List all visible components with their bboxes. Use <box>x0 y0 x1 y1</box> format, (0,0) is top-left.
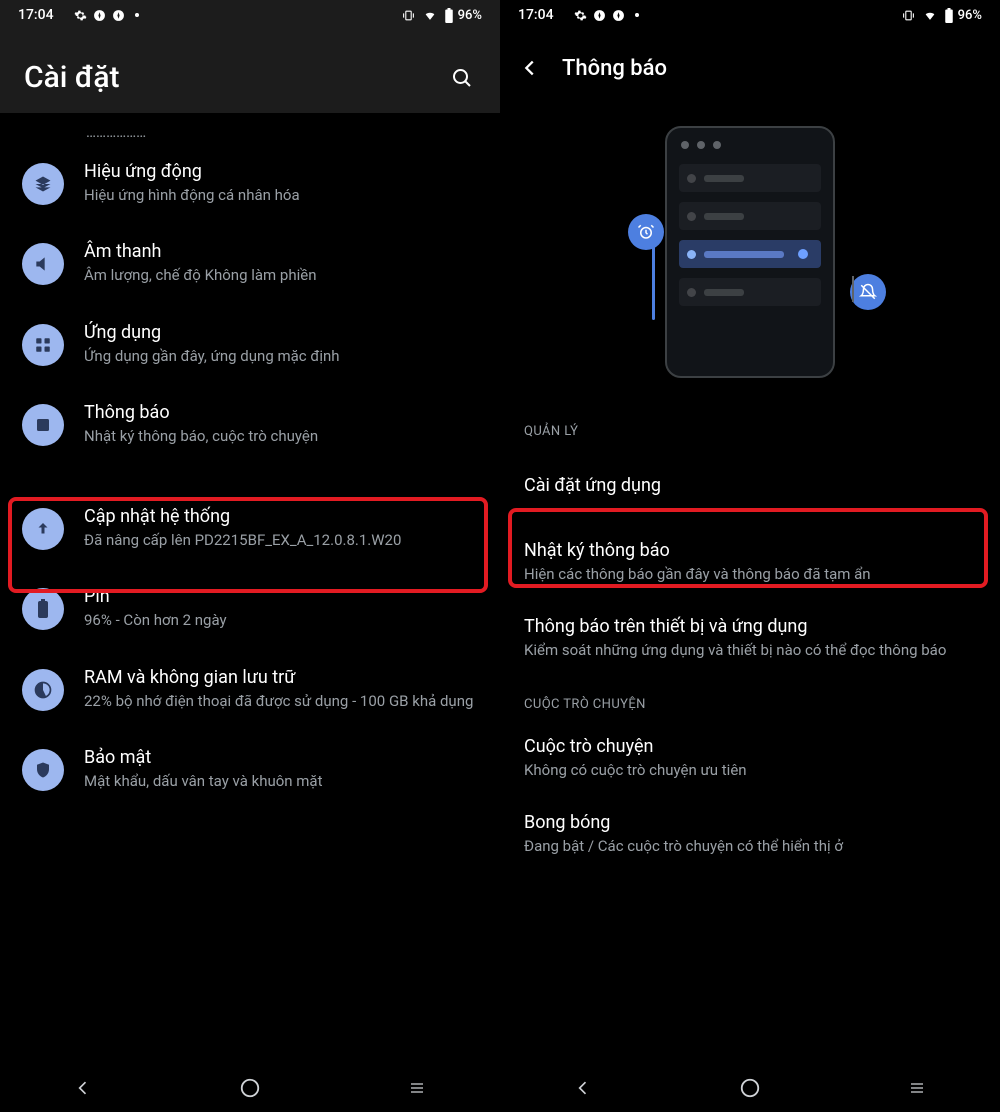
item-subtitle: Kiểm soát những ứng dụng và thiết bị nào… <box>524 640 976 660</box>
nav-back-button[interactable] <box>70 1075 96 1101</box>
item-title: Cập nhật hệ thống <box>84 506 478 527</box>
notification-dot-icon <box>635 13 639 17</box>
section-label: QUẢN LÝ <box>500 414 1000 447</box>
item-title: Âm thanh <box>84 241 478 262</box>
item-title: Cuộc trò chuyện <box>524 736 976 757</box>
settings-item-notifications[interactable]: Thông báo Nhật ký thông báo, cuộc trò chu… <box>0 384 500 464</box>
nav-bar <box>0 1064 500 1112</box>
status-battery-percent: 96% <box>958 8 982 23</box>
nav-bar <box>500 1064 1000 1112</box>
item-subtitle: Hiệu ứng hình động cá nhân hóa <box>84 185 478 205</box>
volume-icon <box>22 243 64 285</box>
upload-icon <box>22 508 64 550</box>
vibrate-icon <box>401 9 416 22</box>
compass-icon <box>112 9 125 22</box>
compass-icon <box>593 9 606 22</box>
battery-icon <box>22 588 64 630</box>
status-clock: 17:04 <box>18 7 54 23</box>
notification-dot-icon <box>135 13 139 17</box>
notif-item-app-settings[interactable]: Cài đặt ứng dụng <box>500 447 1000 524</box>
nav-recents-button[interactable] <box>904 1075 930 1101</box>
back-button[interactable] <box>516 54 544 82</box>
notifications-icon <box>22 404 64 446</box>
notifications-screen[interactable]: 17:04 96% Thông báo <box>500 0 1000 1112</box>
settings-item-motion[interactable]: Hiệu ứng động Hiệu ứng hình động cá nhân … <box>0 143 500 223</box>
page-title: Thông báo <box>562 56 667 81</box>
settings-list[interactable]: Hiệu ứng động Hiệu ứng hình động cá nhân … <box>0 141 500 809</box>
compass-icon <box>612 9 625 22</box>
status-bar: 17:04 96% <box>0 0 500 30</box>
item-title: Cài đặt ứng dụng <box>524 475 976 496</box>
compass-icon <box>93 9 106 22</box>
wifi-icon <box>422 9 438 22</box>
item-subtitle: Nhật ký thông báo, cuộc trò chuyện <box>84 426 478 446</box>
page-title: Cài đặt <box>24 60 448 95</box>
search-button[interactable] <box>448 64 476 92</box>
item-title: RAM và không gian lưu trữ <box>84 667 478 688</box>
edge-indicator <box>652 230 655 320</box>
status-clock: 17:04 <box>518 7 554 23</box>
alarm-icon <box>628 214 664 250</box>
bell-off-icon <box>850 274 886 310</box>
settings-item-storage[interactable]: RAM và không gian lưu trữ 22% bộ nhớ điện… <box>0 649 500 729</box>
settings-item-apps[interactable]: Ứng dụng Ứng dụng gần đây, ứng dụng mặc đ… <box>0 304 500 384</box>
truncated-item: ……………… <box>0 113 500 141</box>
item-subtitle: 22% bộ nhớ điện thoại đã được sử dụng - … <box>84 691 478 711</box>
notif-item-bubbles[interactable]: Bong bóng Đang bật / Các cuộc trò chuyện… <box>500 796 1000 872</box>
vibrate-icon <box>901 9 916 22</box>
settings-item-sound[interactable]: Âm thanh Âm lượng, chế độ Không làm phiền <box>0 223 500 303</box>
notif-item-conversations[interactable]: Cuộc trò chuyện Không có cuộc trò chuyện… <box>500 720 1000 796</box>
item-title: Bong bóng <box>524 812 976 833</box>
nav-home-button[interactable] <box>737 1075 763 1101</box>
status-battery-percent: 96% <box>458 8 482 23</box>
settings-item-security[interactable]: Bảo mật Mật khẩu, dấu vân tay và khuôn mặ… <box>0 729 500 809</box>
item-title: Thông báo <box>84 402 478 423</box>
gear-icon <box>74 9 87 22</box>
nav-home-button[interactable] <box>237 1075 263 1101</box>
settings-screen[interactable]: 17:04 96% Cài đặt ……………… <box>0 0 500 1112</box>
section-label: CUỘC TRÒ CHUYỆN <box>500 677 1000 720</box>
item-title: Bảo mật <box>84 747 478 768</box>
item-subtitle: Mật khẩu, dấu vân tay và khuôn mặt <box>84 771 478 791</box>
battery-icon <box>444 8 454 23</box>
notif-item-device-app[interactable]: Thông báo trên thiết bị và ứng dụng Kiểm… <box>500 600 1000 676</box>
item-subtitle: Đang bật / Các cuộc trò chuyện có thể hi… <box>524 836 976 856</box>
item-subtitle: Ứng dụng gần đây, ứng dụng mặc định <box>84 346 478 366</box>
shield-icon <box>22 749 64 791</box>
item-title: Nhật ký thông báo <box>524 540 976 561</box>
layers-icon <box>22 163 64 205</box>
item-subtitle: 96% - Còn hơn 2 ngày <box>84 610 478 630</box>
gear-icon <box>574 9 587 22</box>
notif-item-history[interactable]: Nhật ký thông báo Hiện các thông báo gần… <box>500 524 1000 600</box>
nav-recents-button[interactable] <box>404 1075 430 1101</box>
apps-icon <box>22 324 64 366</box>
battery-icon <box>944 8 954 23</box>
item-subtitle: Không có cuộc trò chuyện ưu tiên <box>524 760 976 780</box>
notification-illustration <box>500 96 1000 414</box>
item-subtitle: Hiện các thông báo gần đây và thông báo … <box>524 564 976 584</box>
item-subtitle: Đã nâng cấp lên PD2215BF_EX_A_12.0.8.1.W… <box>84 530 478 550</box>
status-bar: 17:04 96% <box>500 0 1000 30</box>
item-subtitle: Âm lượng, chế độ Không làm phiền <box>84 265 478 285</box>
item-title: Hiệu ứng động <box>84 161 478 182</box>
nav-back-button[interactable] <box>570 1075 596 1101</box>
item-title: Pin <box>84 586 478 607</box>
storage-icon <box>22 669 64 711</box>
settings-item-update[interactable]: Cập nhật hệ thống Đã nâng cấp lên PD2215B… <box>0 488 500 568</box>
item-title: Ứng dụng <box>84 322 478 343</box>
wifi-icon <box>922 9 938 22</box>
settings-item-battery[interactable]: Pin 96% - Còn hơn 2 ngày <box>0 568 500 648</box>
item-title: Thông báo trên thiết bị và ứng dụng <box>524 616 976 637</box>
